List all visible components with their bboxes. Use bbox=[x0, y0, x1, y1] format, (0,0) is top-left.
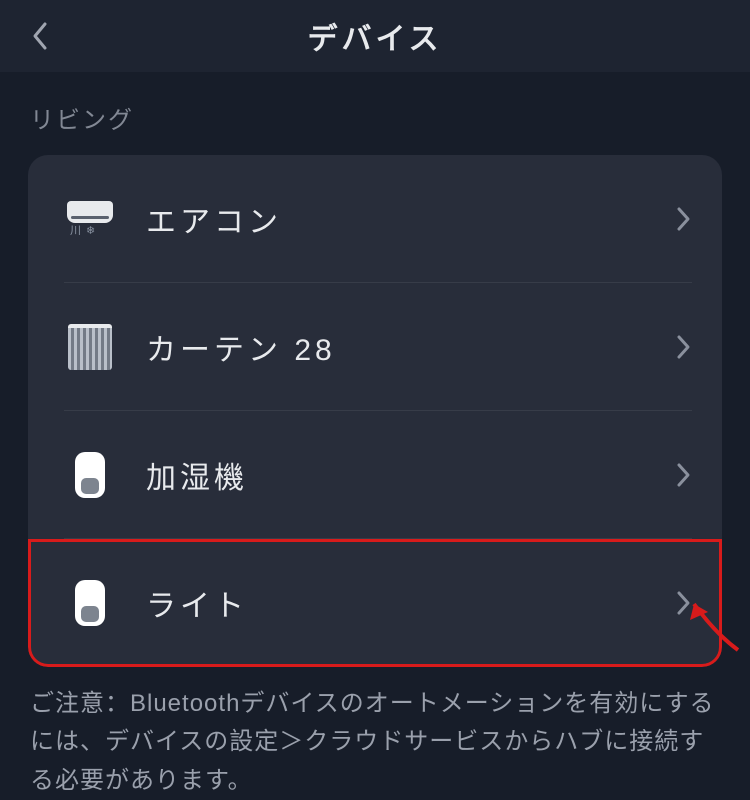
device-item-light[interactable]: ライト bbox=[28, 539, 722, 667]
notice-text: ご注意：Bluetoothデバイスのオートメーションを有効にするには、デバイスの… bbox=[0, 667, 750, 800]
device-item-ac[interactable]: 川 ❄ エアコン bbox=[28, 155, 722, 283]
page-title: デバイス bbox=[307, 14, 442, 58]
device-list: 川 ❄ エアコン カーテン 28 加湿機 ライト bbox=[28, 155, 722, 667]
bot-icon bbox=[64, 449, 116, 501]
chevron-right-icon bbox=[676, 590, 692, 616]
device-name: ライト bbox=[146, 581, 676, 625]
bot-icon bbox=[64, 577, 116, 629]
chevron-right-icon bbox=[676, 206, 692, 232]
chevron-right-icon bbox=[676, 462, 692, 488]
device-name: カーテン 28 bbox=[146, 325, 676, 369]
chevron-right-icon bbox=[676, 334, 692, 360]
room-label: リビング bbox=[0, 72, 750, 155]
ac-icon: 川 ❄ bbox=[64, 193, 116, 245]
device-name: エアコン bbox=[146, 197, 676, 241]
device-name: 加湿機 bbox=[146, 453, 676, 497]
curtain-icon bbox=[64, 321, 116, 373]
device-item-curtain[interactable]: カーテン 28 bbox=[28, 283, 722, 411]
back-button[interactable] bbox=[20, 16, 60, 56]
header: デバイス bbox=[0, 0, 750, 72]
chevron-left-icon bbox=[31, 21, 49, 51]
device-item-humidifier[interactable]: 加湿機 bbox=[28, 411, 722, 539]
